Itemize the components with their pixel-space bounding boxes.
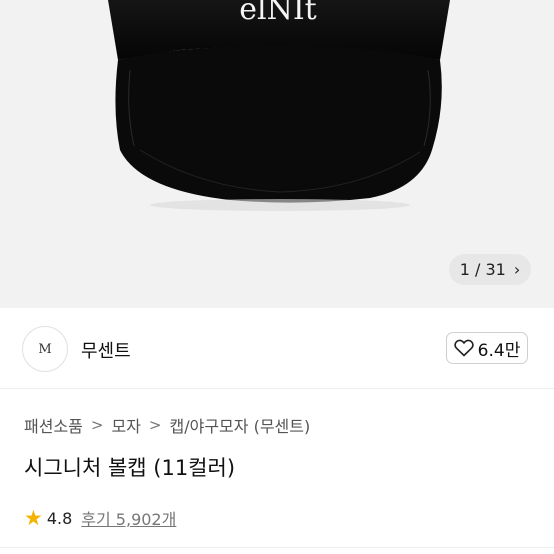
like-button[interactable]: 6.4만 [446, 332, 528, 364]
chevron-right-icon: > [90, 416, 104, 434]
cap-logo-text: elNIt [239, 0, 317, 27]
star-icon: ★ [24, 505, 43, 530]
chevron-right-icon: > [148, 416, 162, 434]
breadcrumb-item[interactable]: 캡/야구모자 (무센트) [170, 413, 311, 437]
brand-row: M 무센트 6.4만 [0, 308, 554, 389]
like-count: 6.4만 [477, 340, 521, 361]
counter-text: 1 / 31 [459, 260, 506, 279]
brand-logo[interactable]: M [22, 326, 68, 372]
rating-row: ★ 4.8 후기 5,902개 [24, 506, 176, 530]
image-counter[interactable]: 1 / 31 › [449, 254, 531, 285]
review-count-link[interactable]: 후기 5,902개 [81, 506, 176, 530]
breadcrumb-item[interactable]: 모자 [111, 413, 140, 437]
chevron-right-icon: › [513, 259, 521, 279]
brand-name[interactable]: 무센트 [81, 337, 131, 363]
breadcrumb-item[interactable]: 패션소품 [24, 413, 83, 437]
rating-score: 4.8 [46, 508, 73, 528]
breadcrumb: 패션소품 > 모자 > 캡/야구모자 (무센트) [24, 413, 310, 437]
product-title: 시그니처 볼캡 (11컬러) [24, 456, 236, 480]
heart-icon [453, 339, 474, 357]
divider [0, 547, 554, 548]
product-image-gallery[interactable]: elNIt 1 / 31 › [0, 0, 554, 308]
